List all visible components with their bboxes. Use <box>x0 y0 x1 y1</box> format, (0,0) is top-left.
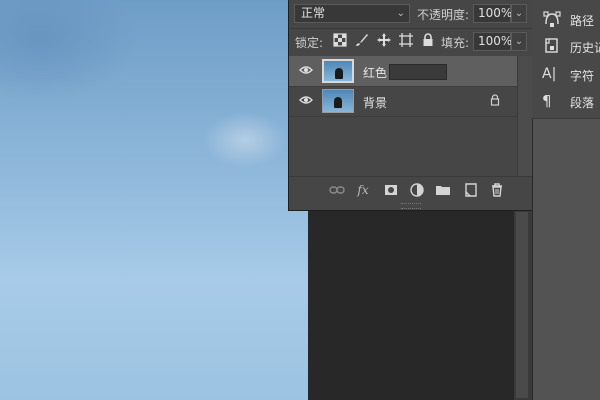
layer-row-red[interactable]: 红色 <box>289 56 517 86</box>
mask-icon[interactable] <box>383 182 399 198</box>
opacity-input[interactable]: 100% <box>473 4 512 23</box>
lock-transparent-pixels-icon[interactable] <box>333 33 347 47</box>
dock-label-character: 字符 <box>570 69 595 83</box>
fill-label: 填充: <box>441 36 470 50</box>
fx-icon[interactable]: fx <box>355 182 371 198</box>
paragraph-icon: ¶ <box>542 92 552 110</box>
dock-label-paths: 路径 <box>570 14 595 28</box>
blend-mode-value: 正常 <box>301 6 326 20</box>
dock-item-history[interactable]: 历史记 <box>532 33 600 60</box>
dock-panel-group: 路径 历史记 A| 字符 ¶ 段落 <box>532 0 600 119</box>
layer-thumbnail[interactable] <box>322 59 354 83</box>
eye-icon[interactable] <box>299 94 313 106</box>
lock-fill-row: 锁定: 填充: 100% ⌄ <box>289 28 533 57</box>
canvas-pasteboard <box>308 210 514 400</box>
trash-icon[interactable] <box>489 182 505 198</box>
lock-artboard-icon[interactable] <box>399 33 413 47</box>
lock-all-icon[interactable] <box>421 33 435 47</box>
layers-panel: 正常 ⌄ 不透明度: 100% ⌄ 锁定: 填充: 100% ⌄ 红色 背景 f… <box>288 0 534 211</box>
layers-bottom-toolbar: fx <box>289 176 533 203</box>
dock-item-paths[interactable]: 路径 <box>532 6 600 33</box>
lock-label: 锁定: <box>295 36 324 50</box>
lock-position-icon[interactable] <box>377 33 391 47</box>
fill-dropdown-button[interactable]: ⌄ <box>511 32 527 51</box>
opacity-dropdown-button[interactable]: ⌄ <box>511 4 527 23</box>
link-icon[interactable] <box>329 182 345 198</box>
thumbnail-figure <box>335 68 343 79</box>
layer-row-background[interactable]: 背景 <box>289 86 517 116</box>
opacity-label: 不透明度: <box>417 8 470 22</box>
thumbnail-figure <box>334 97 342 108</box>
panel-resize-grip[interactable] <box>401 203 421 209</box>
eye-icon[interactable] <box>299 64 313 76</box>
folder-icon[interactable] <box>435 182 451 198</box>
layer-name-edit-field[interactable] <box>389 64 447 80</box>
adjustment-icon[interactable] <box>409 182 425 198</box>
history-icon <box>545 38 558 53</box>
dock-item-character[interactable]: A| 字符 <box>532 61 600 88</box>
scrollbar-thumb[interactable] <box>516 212 528 398</box>
blend-opacity-row: 正常 ⌄ 不透明度: 100% ⌄ <box>289 0 533 29</box>
character-icon: A| <box>542 66 557 82</box>
dock-item-paragraph[interactable]: ¶ 段落 <box>532 88 600 115</box>
layer-name[interactable]: 红色 <box>363 64 387 81</box>
chevron-down-icon: ⌄ <box>396 8 405 19</box>
dock-label-history: 历史记 <box>570 41 600 55</box>
blend-mode-select[interactable]: 正常 ⌄ <box>294 4 410 23</box>
layer-divider <box>289 116 517 117</box>
document-canvas[interactable] <box>0 0 308 400</box>
lock-image-pixels-icon[interactable] <box>355 33 369 47</box>
new-layer-icon[interactable] <box>463 182 479 198</box>
dock-label-paragraph: 段落 <box>570 96 595 110</box>
layer-thumbnail[interactable] <box>322 89 354 113</box>
paths-icon <box>543 11 561 27</box>
fill-input[interactable]: 100% <box>473 32 512 51</box>
lock-icon[interactable] <box>489 94 501 106</box>
layer-name[interactable]: 背景 <box>363 94 387 111</box>
